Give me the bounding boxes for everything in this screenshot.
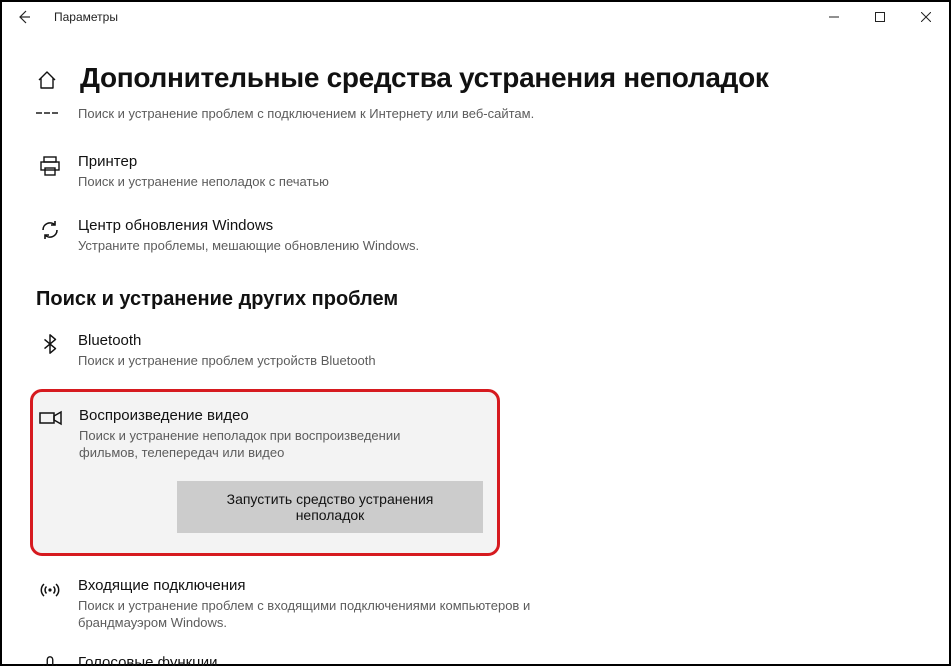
item-title: Входящие подключения — [78, 576, 608, 596]
internet-icon — [36, 110, 64, 114]
troubleshooter-item-bluetooth[interactable]: Bluetooth Поиск и устранение проблем уст… — [36, 325, 929, 379]
troubleshooter-item-incoming-connections[interactable]: Входящие подключения Поиск и устранение … — [36, 570, 929, 641]
item-desc: Поиск и устранение проблем устройств Blu… — [78, 352, 376, 369]
page-title: Дополнительные средства устранения непол… — [80, 62, 769, 94]
item-title: Bluetooth — [78, 331, 376, 351]
item-title: Центр обновления Windows — [78, 216, 419, 236]
home-icon[interactable] — [36, 69, 60, 93]
antenna-icon — [36, 578, 64, 602]
item-desc: Поиск и устранение проблем с подключение… — [78, 105, 534, 122]
item-desc: Поиск и устранение проблем с входящими п… — [78, 597, 608, 631]
item-title: Принтер — [78, 152, 329, 172]
close-button[interactable] — [903, 2, 949, 32]
refresh-icon — [36, 218, 64, 242]
item-title: Воспроизведение видео — [79, 406, 439, 426]
item-desc: Поиск и устранение неполадок при воспрои… — [79, 427, 439, 461]
back-button[interactable] — [12, 5, 36, 29]
troubleshooter-item-video-playback-selected[interactable]: Воспроизведение видео Поиск и устранение… — [30, 389, 500, 556]
troubleshooter-item-windows-update[interactable]: Центр обновления Windows Устраните пробл… — [36, 210, 929, 264]
printer-icon — [36, 154, 64, 178]
window-title: Параметры — [54, 10, 118, 24]
item-desc: Поиск и устранение неполадок с печатью — [78, 173, 329, 190]
section-title-other: Поиск и устранение других проблем — [36, 288, 929, 311]
video-camera-icon — [37, 408, 65, 428]
item-title: Голосовые функции — [78, 653, 218, 666]
minimize-button[interactable] — [811, 2, 857, 32]
maximize-button[interactable] — [857, 2, 903, 32]
troubleshooter-item-internet[interactable]: Поиск и устранение проблем с подключение… — [36, 98, 929, 132]
run-troubleshooter-button[interactable]: Запустить средство устранения неполадок — [177, 481, 483, 533]
microphone-icon — [36, 655, 64, 666]
bluetooth-icon — [36, 333, 64, 355]
troubleshooter-item-printer[interactable]: Принтер Поиск и устранение неполадок с п… — [36, 146, 929, 200]
troubleshooter-item-voice[interactable]: Голосовые функции — [36, 647, 929, 666]
item-desc: Устраните проблемы, мешающие обновлению … — [78, 237, 419, 254]
